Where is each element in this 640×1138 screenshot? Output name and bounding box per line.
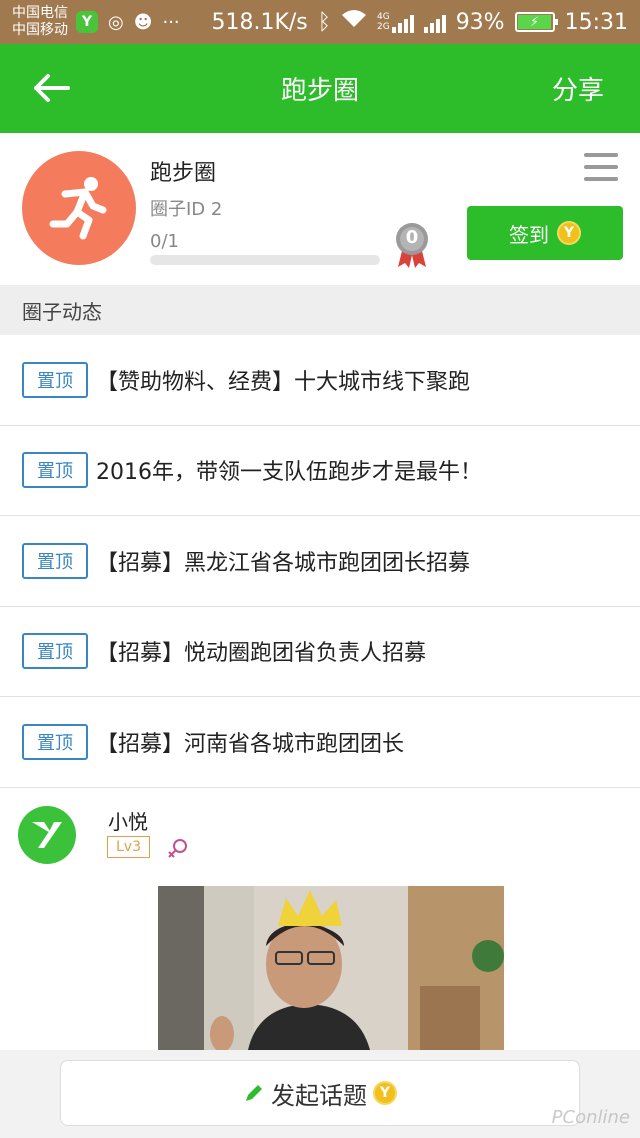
pinned-item[interactable]: 置顶 【赞助物料、经费】十大城市线下聚跑 bbox=[0, 335, 640, 426]
pin-tag: 置顶 bbox=[22, 452, 88, 489]
app-notification-icon: Y bbox=[76, 11, 98, 33]
menu-icon[interactable] bbox=[584, 153, 618, 181]
app-header: 跑步圈 分享 bbox=[0, 44, 640, 133]
status-bar: 中国电信 中国移动 Y ◎ ☻ ··· 518.1K/s ᛒ 4G 2G 93%… bbox=[0, 0, 640, 44]
pinned-item[interactable]: 置顶 2016年，带领一支队伍跑步才是最牛！ bbox=[0, 426, 640, 516]
circle-info-card: 跑步圈 圈子ID 2 0/1 0 签到 Y bbox=[0, 133, 640, 285]
post-photo[interactable] bbox=[158, 886, 504, 1050]
pin-tag: 置顶 bbox=[22, 723, 88, 760]
coin-icon: Y bbox=[557, 221, 581, 245]
more-notifications-icon: ··· bbox=[162, 11, 180, 33]
pin-tag: 置顶 bbox=[22, 361, 88, 398]
pinned-title: 【招募】河南省各城市跑团团长 bbox=[96, 731, 405, 757]
battery-icon: ⚡ bbox=[514, 12, 558, 32]
pin-tag: 置顶 bbox=[22, 542, 88, 579]
new-topic-label: 发起话题 bbox=[271, 1081, 367, 1110]
pin-tag: 置顶 bbox=[22, 633, 88, 670]
pinned-title: 【招募】悦动圈跑团省负责人招募 bbox=[96, 641, 427, 667]
new-topic-button[interactable]: 发起话题 Y bbox=[60, 1060, 580, 1126]
coin-icon: Y bbox=[373, 1081, 397, 1105]
bluetooth-icon: ᛒ bbox=[317, 9, 331, 35]
watermark-logo: PConline bbox=[551, 1107, 630, 1128]
clock: 15:31 bbox=[564, 9, 628, 35]
share-button[interactable]: 分享 bbox=[552, 70, 604, 107]
android-icon: ☻ bbox=[133, 11, 153, 33]
runner-icon bbox=[49, 177, 107, 240]
carriers: 中国电信 中国移动 bbox=[12, 5, 68, 39]
pinned-list: 置顶 【赞助物料、经费】十大城市线下聚跑 置顶 2016年，带领一支队伍跑步才是… bbox=[0, 335, 640, 788]
pinned-title: 【赞助物料、经费】十大城市线下聚跑 bbox=[96, 369, 471, 395]
page-title: 跑步圈 bbox=[280, 76, 359, 106]
circle-id: 圈子ID 2 bbox=[150, 199, 223, 220]
signal-icon-2 bbox=[423, 11, 446, 33]
level-badge: Lv3 bbox=[107, 836, 150, 858]
progress-label: 0/1 bbox=[150, 231, 179, 252]
target-icon: ◎ bbox=[108, 11, 124, 33]
bottom-bar: 发起话题 Y PConline bbox=[0, 1050, 640, 1138]
post-card[interactable]: 小悦 Lv3 bbox=[0, 788, 640, 1050]
medal-count: 0 bbox=[405, 227, 419, 248]
pinned-item[interactable]: 置顶 【招募】黑龙江省各城市跑团团长招募 bbox=[0, 516, 640, 607]
carrier-2: 中国移动 bbox=[12, 22, 68, 38]
status-right: 518.1K/s ᛒ 4G 2G 93% ⚡ 15:31 bbox=[211, 9, 628, 35]
net-type-1: 4G bbox=[376, 12, 390, 22]
wifi-icon bbox=[341, 9, 367, 35]
circle-avatar bbox=[22, 151, 136, 265]
back-arrow-icon[interactable] bbox=[30, 66, 74, 110]
checkin-button[interactable]: 签到 Y bbox=[467, 206, 623, 260]
user-avatar[interactable] bbox=[18, 806, 76, 864]
section-title: 圈子动态 bbox=[22, 299, 102, 324]
pencil-icon bbox=[246, 1085, 262, 1101]
notification-icons: Y ◎ ☻ ··· bbox=[76, 11, 180, 33]
app-logo-icon bbox=[32, 822, 62, 848]
checkin-label: 签到 bbox=[509, 222, 549, 247]
pinned-item[interactable]: 置顶 【招募】悦动圈跑团省负责人招募 bbox=[0, 607, 640, 697]
carrier-1: 中国电信 bbox=[12, 5, 68, 21]
circle-name: 跑步圈 bbox=[150, 161, 217, 186]
signal-icon-1: 4G 2G bbox=[377, 11, 414, 33]
female-icon bbox=[168, 839, 187, 858]
pinned-title: 2016年，带领一支队伍跑步才是最牛！ bbox=[96, 460, 482, 486]
pinned-title: 【招募】黑龙江省各城市跑团团长招募 bbox=[96, 550, 471, 576]
net-type-2: 2G bbox=[376, 22, 390, 32]
net-speed: 518.1K/s bbox=[211, 9, 308, 35]
progress-bar bbox=[150, 255, 380, 265]
battery-percent: 93% bbox=[455, 9, 505, 35]
section-header: 圈子动态 bbox=[0, 285, 640, 335]
pinned-item[interactable]: 置顶 【招募】河南省各城市跑团团长 bbox=[0, 697, 640, 788]
post-username[interactable]: 小悦 bbox=[108, 806, 148, 835]
